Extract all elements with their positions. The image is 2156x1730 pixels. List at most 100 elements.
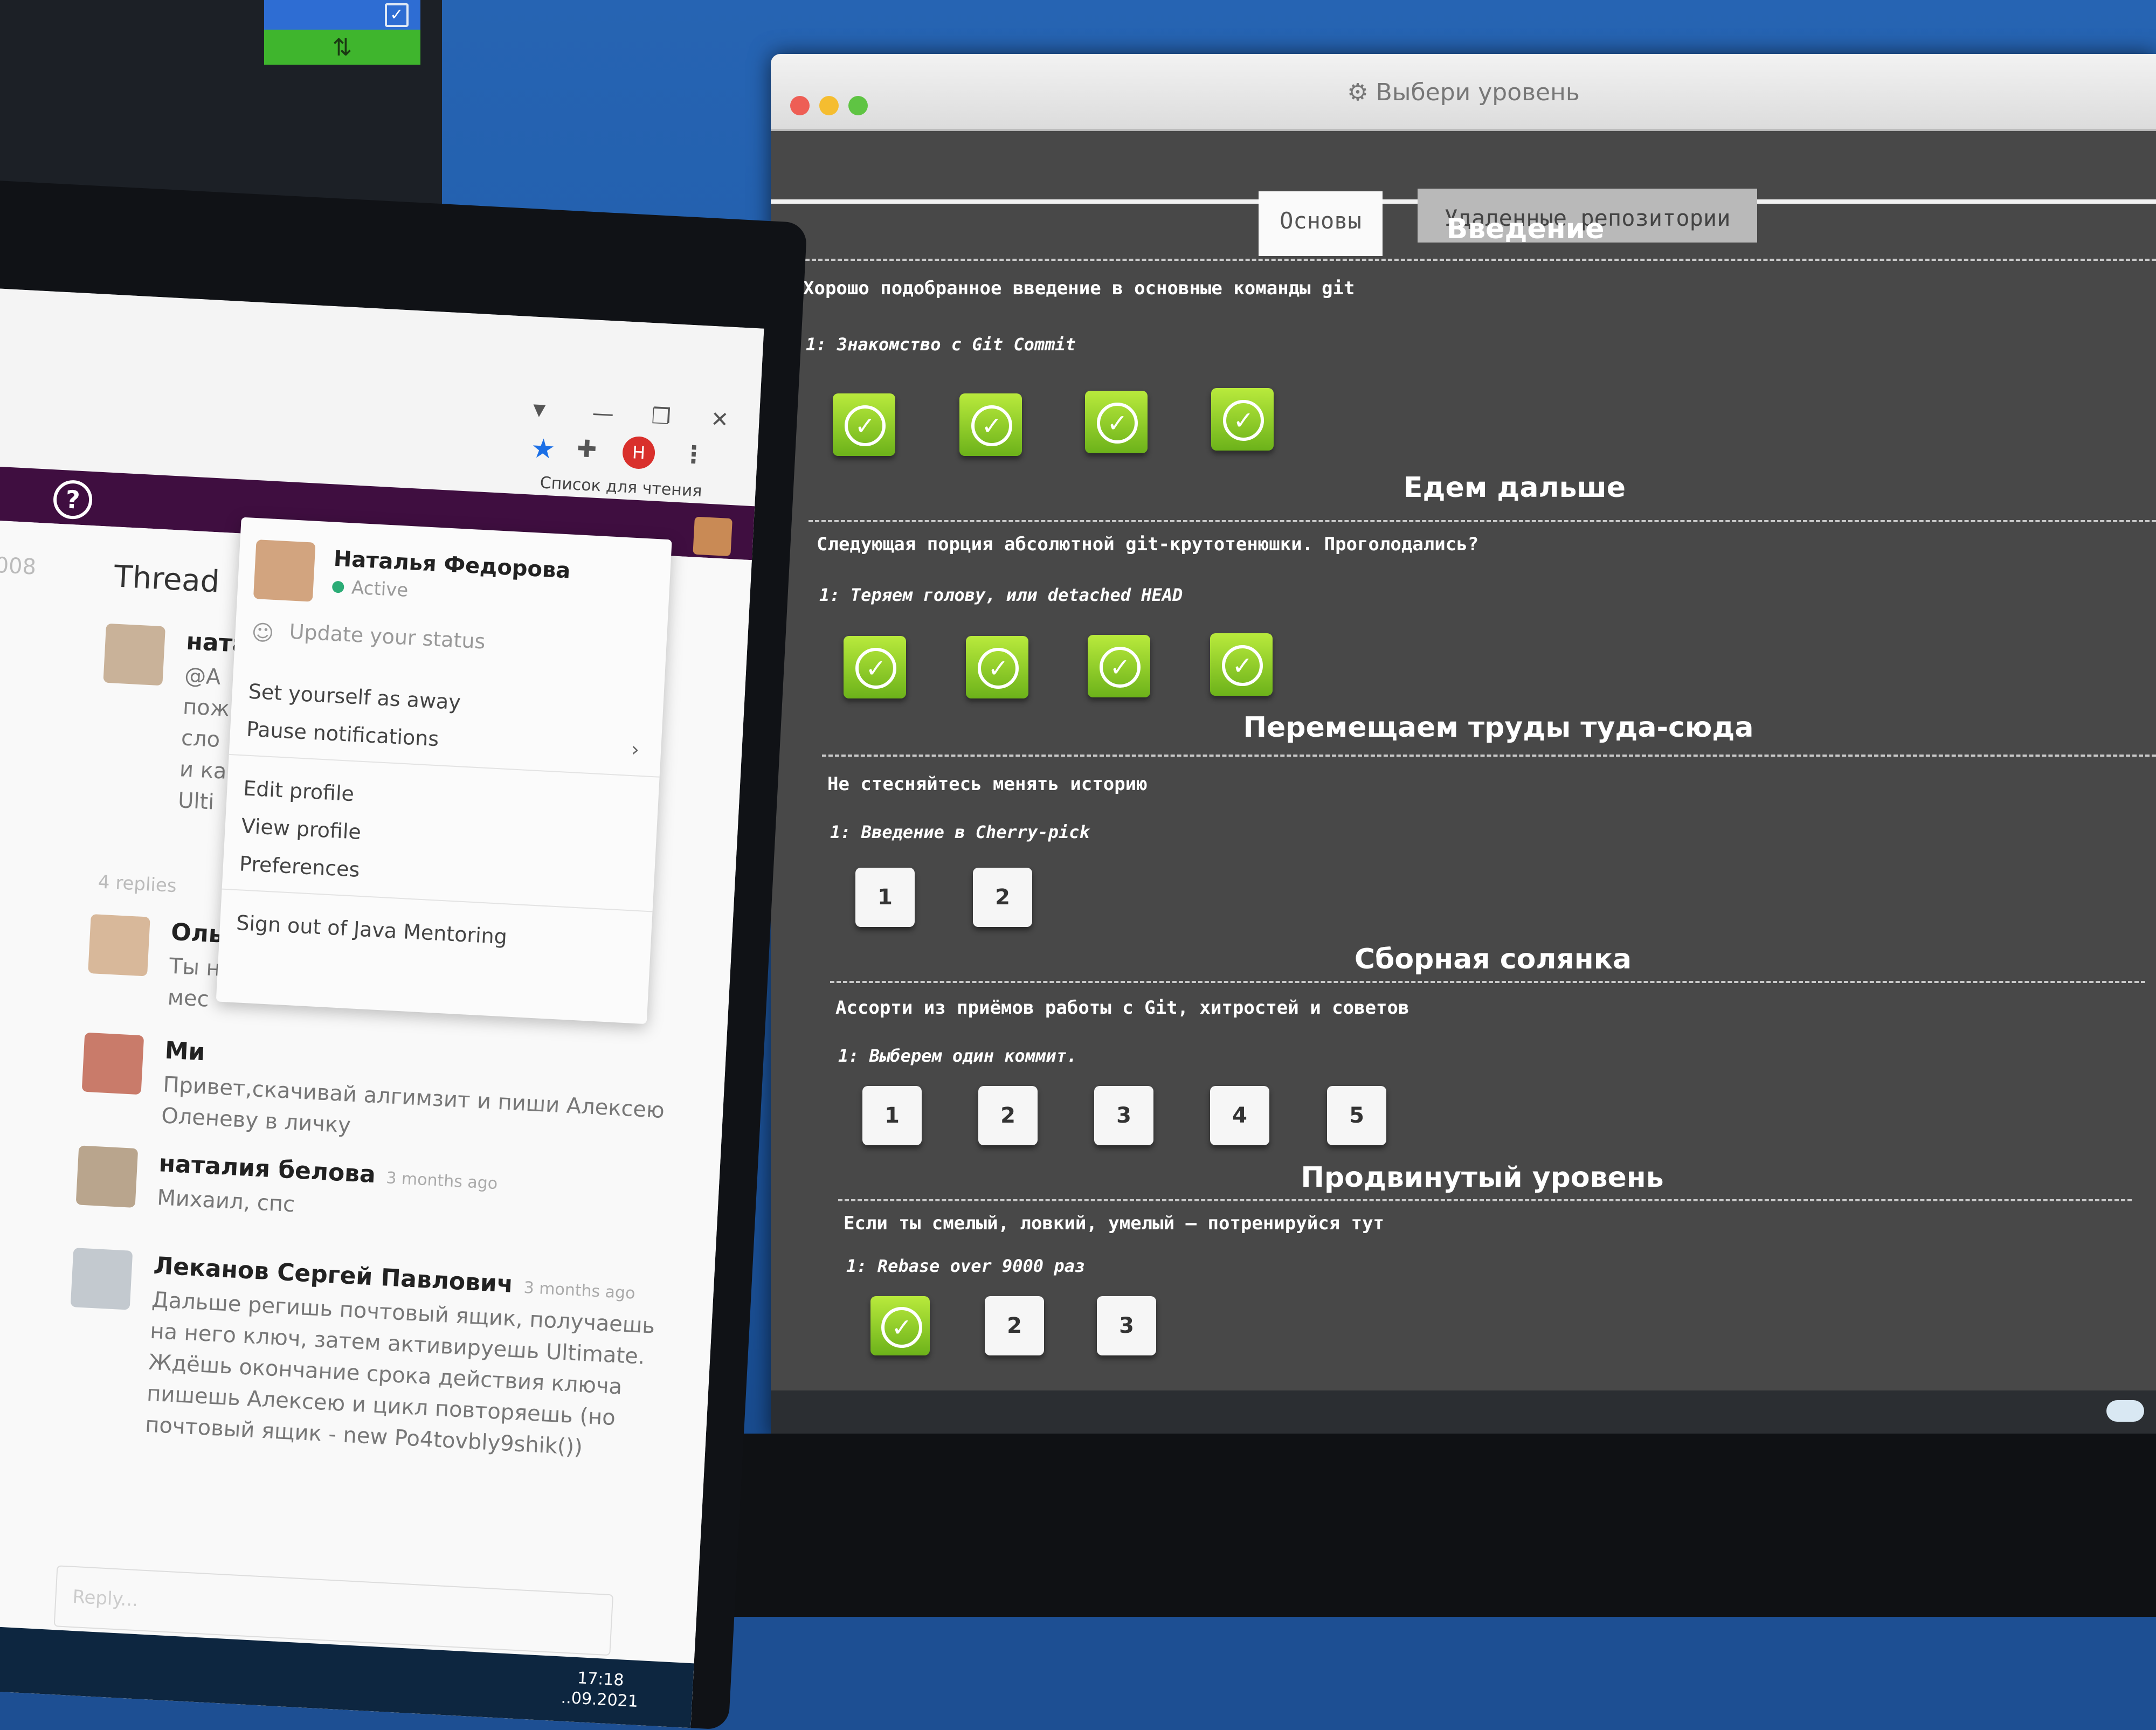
level-button[interactable]: ✓ <box>833 393 895 456</box>
menu-divider <box>222 888 653 912</box>
menu-item-set-away[interactable]: Set yourself as away <box>248 680 461 715</box>
tab-search-icon[interactable]: ▼ <box>533 400 546 420</box>
sync-icon[interactable]: ⇅ <box>264 34 420 61</box>
checkmark-icon: ✓ <box>1097 403 1138 444</box>
chevron-right-icon: › <box>630 737 640 762</box>
checkmark-icon: ✓ <box>1223 400 1264 441</box>
avatar <box>88 914 150 977</box>
replies-count[interactable]: 4 replies <box>98 871 177 897</box>
user-avatar[interactable] <box>693 516 733 557</box>
level-button[interactable]: 1 <box>862 1086 922 1145</box>
section-description: Хорошо подобранное введение в основные к… <box>803 278 1355 299</box>
window-title: ⚙ Выбери уровень <box>1347 79 1580 106</box>
section-divider <box>808 520 2156 522</box>
bookmark-star-icon[interactable]: ★ <box>530 433 556 465</box>
avatar <box>70 1248 133 1310</box>
menu-item-view-profile[interactable]: View profile <box>241 814 362 844</box>
level-button[interactable]: ✓ <box>1210 633 1273 696</box>
level-button[interactable]: ✓ <box>1211 388 1274 451</box>
more-menu-icon[interactable]: ⋮ <box>681 440 707 469</box>
menu-item-sign-out[interactable]: Sign out of Java Mentoring <box>236 911 508 949</box>
level-button[interactable]: 2 <box>973 868 1032 927</box>
maximize-button[interactable]: ❐ <box>651 404 671 430</box>
window-titlebar: ⚙ Выбери уровень <box>771 54 2156 131</box>
section-subtitle: 1: Выберем один коммит. <box>838 1046 1077 1066</box>
window-bottom-bar <box>771 1390 2156 1439</box>
avatar <box>81 1032 144 1095</box>
laptop: ▼ — ❐ ✕ ★ ✚ H ⋮ Список для чтения ? 1.00… <box>0 178 807 1730</box>
message-timestamp: 3 months ago <box>523 1278 636 1303</box>
level-button[interactable]: 1 <box>855 868 915 927</box>
checkmark-icon: ✓ <box>978 648 1019 689</box>
user-status-menu: Наталья Федорова Active ☺ Update your st… <box>216 517 672 1025</box>
level-select-window: ⚙ Выбери уровень Основы Удаленные репози… <box>771 54 2156 1439</box>
level-button[interactable]: 2 <box>985 1296 1044 1355</box>
message-timestamp: 3 months ago <box>385 1168 499 1194</box>
section-divider <box>822 755 2156 757</box>
section-title: Едем дальше <box>1404 472 1626 504</box>
section-title: Продвинутый уровень <box>1301 1161 1664 1194</box>
level-button[interactable]: ✓ <box>959 393 1022 456</box>
level-tabs: Основы Удаленные репозитории <box>771 129 2156 256</box>
menu-item-preferences[interactable]: Preferences <box>239 852 360 882</box>
level-button[interactable]: ✓ <box>870 1296 930 1355</box>
section-divider <box>830 981 2145 983</box>
section-subtitle: 1: Введение в Cherry-pick <box>830 822 1090 842</box>
section-description: Ассорти из приёмов работы с Git, хитрост… <box>835 997 1409 1019</box>
widget-blue-strip: ✓ <box>264 0 420 30</box>
desktop-widget: ✓ ⇅ <box>264 0 420 65</box>
section-divider <box>838 1199 2132 1201</box>
help-icon[interactable]: ? <box>52 479 93 520</box>
section-title: Введение <box>1446 213 1605 245</box>
close-button[interactable]: ✕ <box>710 407 729 433</box>
menu-item-pause-notifications[interactable]: Pause notifications <box>246 717 439 751</box>
taskbar-clock[interactable]: 17:18 ..09.2021 <box>561 1667 640 1712</box>
level-button[interactable]: 3 <box>1097 1296 1156 1355</box>
thread-title: Thread <box>113 559 220 600</box>
section-description: Не стесняйтесь менять историю <box>827 773 1148 795</box>
level-button[interactable]: 2 <box>978 1086 1038 1145</box>
status-active: Active <box>331 576 409 601</box>
section-subtitle: 1: Знакомство с Git Commit <box>806 334 1076 355</box>
profile-avatar-button[interactable]: H <box>621 435 656 470</box>
cloud-icon[interactable] <box>2106 1400 2144 1422</box>
checkbox-icon[interactable]: ✓ <box>385 3 409 27</box>
checkmark-icon: ✓ <box>881 1307 922 1348</box>
channel-fragment: 1.008 <box>0 551 37 580</box>
section-divider <box>792 259 2156 261</box>
message-author[interactable]: Оль <box>170 918 224 949</box>
section-title: Перемещаем труды туда-сюда <box>1243 711 1754 744</box>
message-text: Ты н мес <box>167 953 221 1012</box>
checkmark-icon: ✓ <box>845 405 886 446</box>
avatar <box>253 539 316 602</box>
message-text: Дальше регишь почтовый ящик, получаешь н… <box>144 1287 656 1460</box>
avatar <box>103 623 165 686</box>
minimize-button[interactable]: — <box>592 400 614 426</box>
update-status-input[interactable]: Update your status <box>289 620 486 654</box>
level-button[interactable]: ✓ <box>1088 635 1150 697</box>
message-text: @A пож сло и ка Ulti <box>177 663 230 815</box>
menu-item-edit-profile[interactable]: Edit profile <box>243 776 355 806</box>
message-author[interactable]: Ми <box>164 1036 205 1066</box>
monitor-stand-area <box>701 1434 2156 1617</box>
section-description: Если ты смелый, ловкий, умелый – потрени… <box>844 1213 1385 1234</box>
message-text: Михаил, спс <box>156 1185 296 1217</box>
avatar <box>75 1145 139 1208</box>
checkmark-icon: ✓ <box>1222 645 1263 686</box>
section-title: Сборная солянка <box>1354 943 1632 975</box>
level-button[interactable]: ✓ <box>966 636 1028 698</box>
section-subtitle: 1: Теряем голову, или detached HEAD <box>819 585 1183 605</box>
checkmark-icon: ✓ <box>971 405 1012 446</box>
level-button[interactable]: 5 <box>1327 1086 1386 1145</box>
section-subtitle: 1: Rebase over 9000 раз <box>846 1256 1086 1276</box>
message: Леканов Сергей Павлович 3 months ago Даль… <box>61 1248 692 1506</box>
level-button[interactable]: 4 <box>1210 1086 1269 1145</box>
extensions-icon[interactable]: ✚ <box>576 435 597 463</box>
level-button[interactable]: ✓ <box>844 636 906 698</box>
level-button[interactable]: ✓ <box>1085 391 1148 453</box>
level-button[interactable]: 3 <box>1094 1086 1153 1145</box>
menu-divider <box>229 753 660 778</box>
section-description: Следующая порция абсолютной git-крутотен… <box>817 534 1479 555</box>
checkmark-icon: ✓ <box>855 648 896 689</box>
smiley-icon[interactable]: ☺ <box>251 620 274 646</box>
